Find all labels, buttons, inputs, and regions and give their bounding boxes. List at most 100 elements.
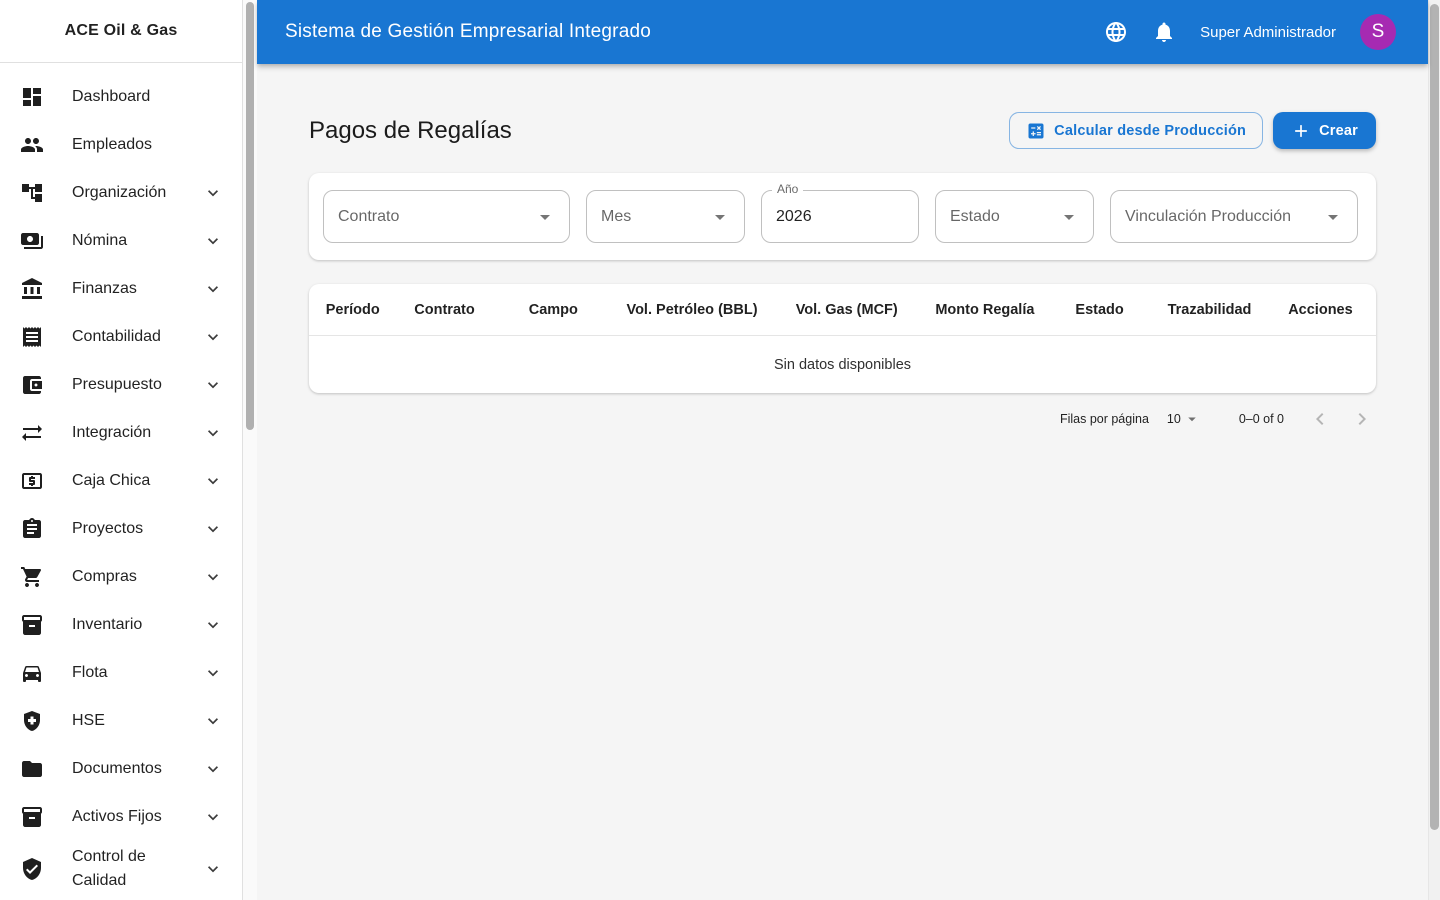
wallet-icon [20, 373, 44, 397]
bank-icon [20, 277, 44, 301]
arrow-drop-down-icon [1183, 410, 1201, 428]
previous-page-button[interactable] [1306, 405, 1334, 433]
sidebar-item-label: Caja Chica [72, 472, 151, 489]
inventory-icon [20, 613, 44, 637]
chevron-down-icon [203, 471, 223, 491]
notifications-bell-icon[interactable] [1152, 20, 1176, 44]
chevron-down-icon [203, 375, 223, 395]
sidebar-item-empleados[interactable]: Empleados [0, 121, 242, 169]
estado-filter-select[interactable]: Estado [935, 190, 1094, 243]
column-header[interactable]: Vol. Petróleo (BBL) [614, 302, 770, 318]
language-globe-icon[interactable] [1104, 20, 1128, 44]
sidebar-item-label: Inventario [72, 616, 143, 633]
app-bar-right: Super Administrador S [1104, 14, 1396, 50]
page-title: Pagos de Regalías [309, 116, 512, 144]
mes-filter-select[interactable]: Mes [586, 190, 745, 243]
chevron-down-icon [203, 327, 223, 347]
sidebar-item-documentos[interactable]: Documentos [0, 745, 242, 793]
sidebar-item-finanzas[interactable]: Finanzas [0, 265, 242, 313]
sidebar-item-nomina[interactable]: Nómina [0, 217, 242, 265]
contrato-filter-select[interactable]: Contrato [323, 190, 570, 243]
brand: ACE Oil & Gas [0, 0, 242, 63]
sidebar-item-label: Compras [72, 568, 137, 585]
sidebar-item-label: HSE [72, 712, 105, 729]
royalties-table: Período Contrato Campo Vol. Petróleo (BBL) V… [309, 284, 1376, 393]
sidebar-item-activos-fijos[interactable]: Activos Fijos [0, 793, 242, 841]
folder-icon [20, 757, 44, 781]
arrow-drop-down-icon [1057, 205, 1081, 229]
shield-check-icon [20, 857, 44, 881]
chevron-down-icon [203, 279, 223, 299]
arrow-drop-down-icon [533, 205, 557, 229]
column-header[interactable]: Período [309, 302, 396, 318]
sidebar-item-inventario[interactable]: Inventario [0, 601, 242, 649]
chevron-right-icon [1350, 407, 1374, 431]
payments-icon [20, 229, 44, 253]
avatar[interactable]: S [1360, 14, 1396, 50]
column-header[interactable]: Contrato [396, 302, 492, 318]
chevron-left-icon [1308, 407, 1332, 431]
chevron-down-icon [203, 423, 223, 443]
chevron-down-icon [203, 711, 223, 731]
window-scrollbar-thumb[interactable] [1430, 4, 1439, 830]
anio-input[interactable]: Año 2026 [761, 182, 919, 243]
org-tree-icon [20, 181, 44, 205]
sidebar-item-presupuesto[interactable]: Presupuesto [0, 361, 242, 409]
sidebar-item-label: Control de Calidad [72, 848, 146, 889]
pagination-range: 0–0 of 0 [1238, 412, 1284, 426]
arrow-drop-down-icon [708, 205, 732, 229]
page-content: Pagos de Regalías Calcular desde Producc… [257, 64, 1428, 900]
chevron-down-icon [203, 807, 223, 827]
sidebar-item-integracion[interactable]: Integración [0, 409, 242, 457]
sidebar-item-label: Integración [72, 424, 152, 441]
column-header[interactable]: Vol. Gas (MCF) [770, 302, 924, 318]
create-button[interactable]: Crear [1273, 112, 1376, 149]
sidebar-item-proyectos[interactable]: Proyectos [0, 505, 242, 553]
table-header-row: Período Contrato Campo Vol. Petróleo (BBL) V… [309, 284, 1376, 336]
sidebar-item-label: Proyectos [72, 520, 144, 537]
table-pagination: Filas por página 10 0–0 of 0 [309, 393, 1376, 445]
app-bar: Sistema de Gestión Empresarial Integrado… [257, 0, 1428, 64]
column-header[interactable]: Campo [493, 302, 615, 318]
main-area: Sistema de Gestión Empresarial Integrado… [257, 0, 1428, 900]
column-header[interactable]: Estado [1046, 302, 1153, 318]
column-header[interactable]: Monto Regalía [924, 302, 1047, 318]
sidebar-item-label: Documentos [72, 760, 162, 777]
sidebar-item-caja-chica[interactable]: Caja Chica [0, 457, 242, 505]
sidebar-item-compras[interactable]: Compras [0, 553, 242, 601]
anio-value: 2026 [776, 207, 812, 225]
shield-plus-icon [20, 709, 44, 733]
app-title: Sistema de Gestión Empresarial Integrado [285, 21, 652, 42]
sidebar-scrollbar[interactable] [243, 0, 257, 900]
rows-per-page-select[interactable]: 10 [1167, 410, 1201, 428]
sidebar-item-control-de-calidad[interactable]: Control de Calidad [0, 841, 242, 897]
chevron-down-icon [203, 859, 223, 879]
column-header[interactable]: Acciones [1266, 302, 1375, 318]
sidebar-item-label: Dashboard [72, 88, 151, 105]
calculate-from-production-button[interactable]: Calcular desde Producción [1009, 112, 1264, 149]
sidebar-item-dashboard[interactable]: Dashboard [0, 73, 242, 121]
sidebar-item-label: Presupuesto [72, 376, 162, 393]
sidebar-item-flota[interactable]: Flota [0, 649, 242, 697]
app-root: ACE Oil & Gas Dashboard Empleados Organiza… [0, 0, 1440, 900]
sidebar-item-label: Empleados [72, 136, 153, 153]
column-header[interactable]: Trazabilidad [1153, 302, 1266, 318]
inventory-icon [20, 805, 44, 829]
sidebar-item-hse[interactable]: HSE [0, 697, 242, 745]
sidebar-scrollbar-thumb[interactable] [246, 2, 254, 430]
sidebar-item-label: Contabilidad [72, 328, 161, 345]
sidebar-item-organizacion[interactable]: Organización [0, 169, 242, 217]
chevron-down-icon [203, 615, 223, 635]
rows-per-page-label: Filas por página [1059, 412, 1149, 426]
sidebar: ACE Oil & Gas Dashboard Empleados Organiza… [0, 0, 243, 900]
vinculacion-produccion-filter-select[interactable]: Vinculación Producción [1110, 190, 1358, 243]
sidebar-item-contabilidad[interactable]: Contabilidad [0, 313, 242, 361]
arrow-drop-down-icon [1321, 205, 1345, 229]
people-icon [20, 133, 44, 157]
sidebar-item-label: Nómina [72, 232, 128, 249]
plus-icon [1291, 121, 1311, 141]
receipt-icon [20, 325, 44, 349]
window-scrollbar[interactable] [1428, 0, 1440, 900]
next-page-button[interactable] [1348, 405, 1376, 433]
dashboard-icon [20, 85, 44, 109]
